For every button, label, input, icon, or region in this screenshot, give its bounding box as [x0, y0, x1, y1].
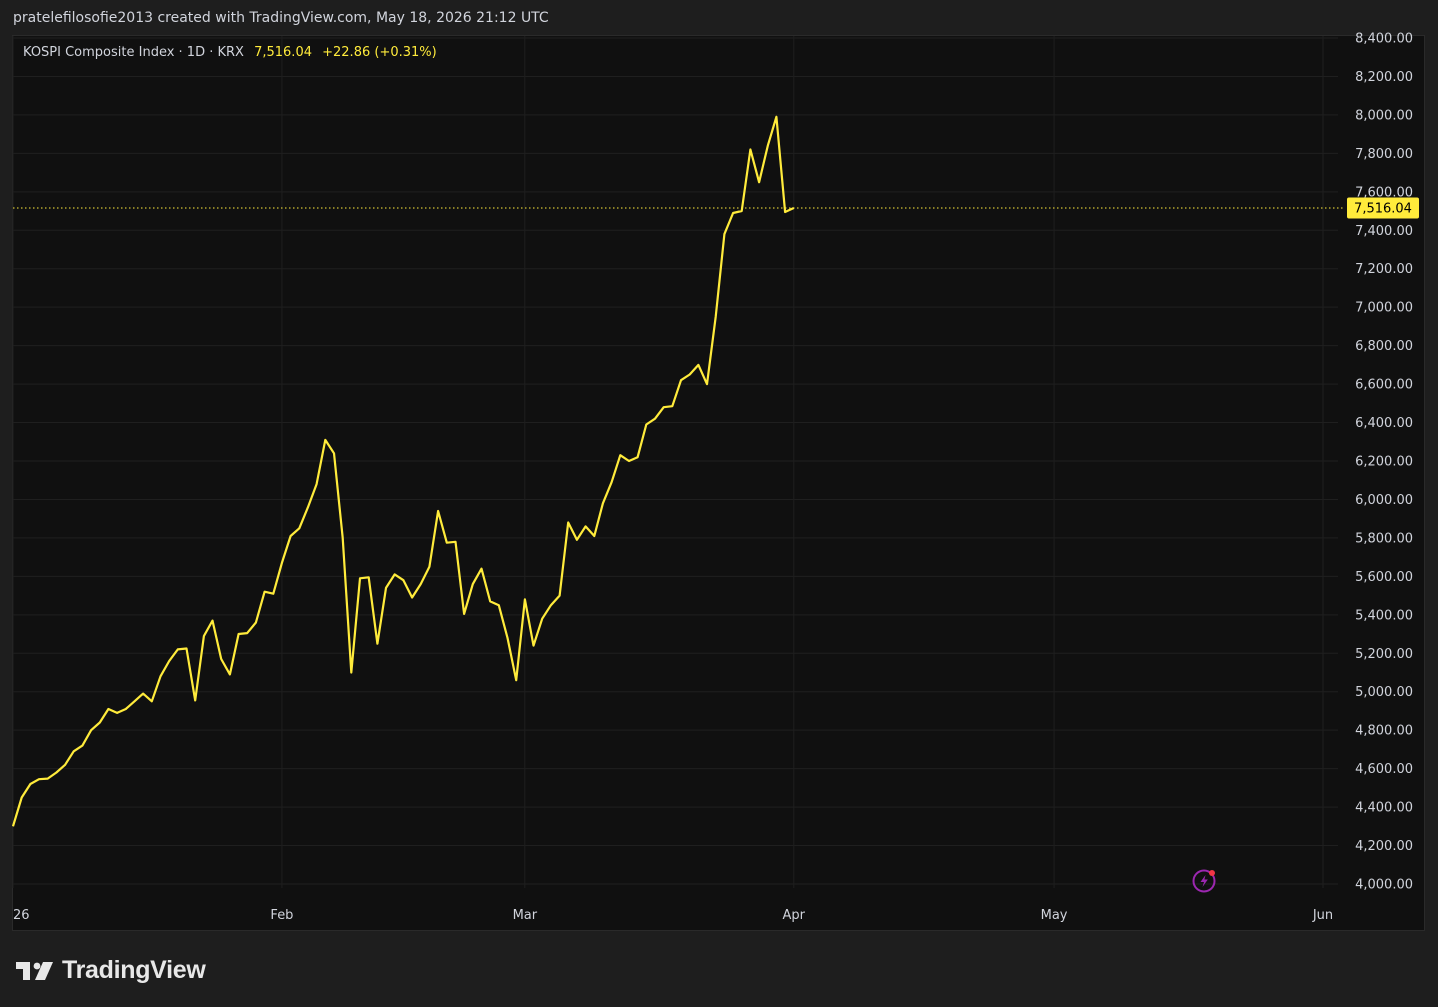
y-tick-label: 8,200.00	[1355, 70, 1413, 85]
y-tick-label: 5,800.00	[1355, 531, 1413, 546]
x-tick-label: Jun	[1312, 908, 1333, 923]
y-tick-label: 8,000.00	[1355, 108, 1413, 123]
y-tick-label: 7,400.00	[1355, 224, 1413, 239]
y-tick-label: 5,400.00	[1355, 608, 1413, 623]
y-tick-label: 6,400.00	[1355, 416, 1413, 431]
y-tick-label: 7,800.00	[1355, 147, 1413, 162]
y-tick-label: 5,200.00	[1355, 647, 1413, 662]
y-tick-label: 6,000.00	[1355, 493, 1413, 508]
price-series-line	[11, 115, 795, 827]
y-tick-label: 7,000.00	[1355, 301, 1413, 316]
x-tick-label: Mar	[513, 908, 538, 923]
price-chart[interactable]: 4,000.00 4,200.00 4,400.00 4,600.00 4,800.00…	[0, 0, 1438, 1007]
tradingview-logo-icon	[16, 962, 53, 980]
y-tick-label: 6,800.00	[1355, 339, 1413, 354]
y-tick-label: 7,200.00	[1355, 262, 1413, 277]
x-tick-label: May	[1041, 908, 1068, 923]
legend-symbol: KOSPI Composite Index · 1D · KRX	[23, 45, 244, 60]
y-tick-label: 4,000.00	[1355, 878, 1413, 893]
x-tick-label: 26	[13, 908, 30, 923]
y-tick-label: 4,200.00	[1355, 839, 1413, 854]
y-tick-label: 4,800.00	[1355, 724, 1413, 739]
y-tick-label: 4,400.00	[1355, 801, 1413, 816]
y-tick-label: 5,000.00	[1355, 685, 1413, 700]
y-tick-label: 6,600.00	[1355, 378, 1413, 393]
brand-name: TradingView	[62, 955, 206, 984]
chart-legend: KOSPI Composite Index · 1D · KRX 7,516.0…	[23, 45, 437, 60]
y-tick-label: 6,200.00	[1355, 455, 1413, 470]
tradingview-brand[interactable]: TradingView	[16, 955, 206, 985]
y-tick-label: 4,600.00	[1355, 762, 1413, 777]
x-tick-label: Apr	[783, 908, 806, 923]
lightning-bolt-icon[interactable]	[1192, 868, 1217, 893]
legend-last-price: 7,516.04	[254, 45, 312, 60]
x-tick-label: Feb	[270, 908, 293, 923]
y-tick-label: 8,400.00	[1355, 32, 1413, 47]
y-tick-label: 5,600.00	[1355, 570, 1413, 585]
legend-change: +22.86 (+0.31%)	[322, 45, 437, 60]
last-price-label: 7,516.04	[1354, 201, 1412, 216]
